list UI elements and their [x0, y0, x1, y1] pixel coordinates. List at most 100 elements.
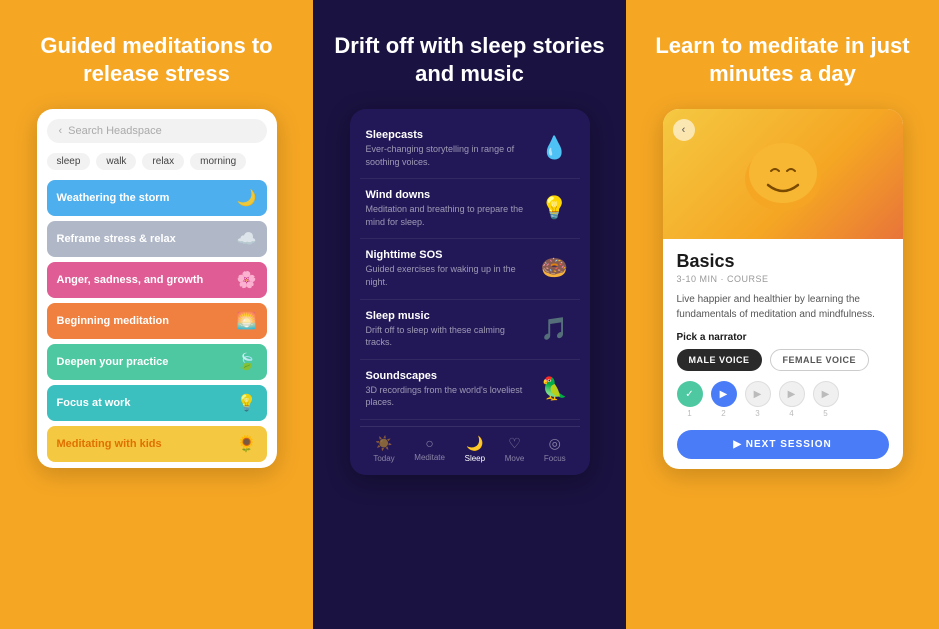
sleep-list-item[interactable]: Wind downs Meditation and breathing to p…	[360, 179, 580, 239]
sleep-list-item[interactable]: Sleepcasts Ever-changing storytelling in…	[360, 119, 580, 179]
narrator-label: Pick a narrator	[677, 332, 889, 343]
nav-label-sleep: Sleep	[465, 454, 485, 463]
sleep-list-item[interactable]: Sleep music Drift off to sleep with thes…	[360, 300, 580, 360]
dot-circle-5: ▶	[813, 381, 839, 407]
mid-heading: Drift off with sleep stories and music	[333, 32, 606, 87]
sleep-illus-0: 💧	[536, 129, 574, 167]
session-dot-5[interactable]: ▶ 5	[813, 381, 839, 418]
med-icon-0: 🌙	[237, 188, 257, 208]
session-dot-1[interactable]: ✓ 1	[677, 381, 703, 418]
session-dot-4[interactable]: ▶ 4	[779, 381, 805, 418]
dot-num-3: 3	[755, 409, 759, 418]
course-title: Basics	[677, 251, 889, 272]
med-label: Anger, sadness, and growth	[57, 274, 204, 286]
med-icon-1: ☁️	[237, 229, 257, 249]
tag-morning[interactable]: morning	[190, 153, 246, 170]
left-heading: Guided meditations to release stress	[20, 32, 293, 87]
today-icon: ☀️	[375, 435, 392, 452]
dot-num-1: 1	[687, 409, 691, 418]
right-panel: Learn to meditate in just minutes a day …	[626, 0, 939, 629]
nav-item-move[interactable]: ♡ Move	[505, 435, 525, 463]
sleep-item-title: Sleepcasts	[366, 129, 530, 141]
right-phone-card: ‹ Basics 3-10 MIN · COURSE Live happier …	[663, 109, 903, 469]
med-label: Meditating with kids	[57, 438, 162, 450]
med-icon-6: 🌻	[237, 434, 257, 454]
sleep-item-desc: Drift off to sleep with these calming tr…	[366, 324, 530, 349]
sleep-icon: 🌙	[466, 435, 483, 452]
nav-item-sleep[interactable]: 🌙 Sleep	[465, 435, 485, 463]
nav-item-focus[interactable]: ◎ Focus	[544, 435, 566, 463]
list-item[interactable]: Deepen your practice 🍃	[47, 344, 267, 380]
list-item[interactable]: Meditating with kids 🌻	[47, 426, 267, 462]
left-phone-card: ‹ Search Headspace sleep walk relax morn…	[37, 109, 277, 468]
med-label: Beginning meditation	[57, 315, 169, 327]
next-session-button[interactable]: ▶ NEXT SESSION	[677, 430, 889, 459]
tag-relax[interactable]: relax	[142, 153, 184, 170]
hero-banner: ‹	[663, 109, 903, 239]
med-icon-3: 🌅	[237, 311, 257, 331]
bottom-nav: ☀️ Today ○ Meditate 🌙 Sleep ♡ Move ◎ Foc…	[360, 426, 580, 465]
med-label: Focus at work	[57, 397, 131, 409]
list-item[interactable]: Focus at work 💡	[47, 385, 267, 421]
dot-circle-1: ✓	[677, 381, 703, 407]
dot-circle-2: ▶	[711, 381, 737, 407]
sleep-item-title: Sleep music	[366, 310, 530, 322]
mid-panel: Drift off with sleep stories and music S…	[313, 0, 626, 629]
nav-item-today[interactable]: ☀️ Today	[373, 435, 394, 463]
list-item[interactable]: Reframe stress & relax ☁️	[47, 221, 267, 257]
sleep-list-item[interactable]: Nighttime SOS Guided exercises for wakin…	[360, 239, 580, 299]
sleep-item-desc: 3D recordings from the world's loveliest…	[366, 384, 530, 409]
list-item[interactable]: Anger, sadness, and growth 🌸	[47, 262, 267, 298]
dot-num-4: 4	[789, 409, 793, 418]
dot-num-2: 2	[721, 409, 725, 418]
meditation-list: Weathering the storm 🌙 Reframe stress & …	[47, 180, 267, 462]
med-label: Weathering the storm	[57, 192, 170, 204]
session-dots: ✓ 1 ▶ 2 ▶ 3 ▶ 4 ▶ 5	[677, 381, 889, 418]
session-dot-2[interactable]: ▶ 2	[711, 381, 737, 418]
focus-icon: ◎	[549, 435, 561, 452]
dot-circle-3: ▶	[745, 381, 771, 407]
sleep-item-title: Soundscapes	[366, 370, 530, 382]
female-voice-button[interactable]: FEMALE VOICE	[770, 349, 870, 371]
nav-label-meditate: Meditate	[414, 453, 445, 462]
list-item[interactable]: Weathering the storm 🌙	[47, 180, 267, 216]
search-placeholder: Search Headspace	[68, 125, 162, 137]
sleep-illus-1: 💡	[536, 189, 574, 227]
sleep-list-item[interactable]: Soundscapes 3D recordings from the world…	[360, 360, 580, 420]
course-meta: 3-10 MIN · COURSE	[677, 274, 889, 284]
med-icon-5: 💡	[237, 393, 257, 413]
med-icon-2: 🌸	[237, 270, 257, 290]
tag-walk[interactable]: walk	[96, 153, 136, 170]
list-item[interactable]: Beginning meditation 🌅	[47, 303, 267, 339]
nav-label-focus: Focus	[544, 454, 566, 463]
sleep-item-title: Nighttime SOS	[366, 249, 530, 261]
course-desc: Live happier and healthier by learning t…	[677, 292, 889, 322]
nav-label-today: Today	[373, 454, 394, 463]
nav-item-meditate[interactable]: ○ Meditate	[414, 435, 445, 462]
right-heading: Learn to meditate in just minutes a day	[646, 32, 919, 87]
med-icon-4: 🍃	[237, 352, 257, 372]
nav-label-move: Move	[505, 454, 525, 463]
back-button[interactable]: ‹	[673, 119, 695, 141]
sleep-item-desc: Ever-changing storytelling in range of s…	[366, 143, 530, 168]
sleep-illus-3: 🎵	[536, 310, 574, 348]
back-chevron-icon: ‹	[59, 125, 63, 137]
search-bar[interactable]: ‹ Search Headspace	[47, 119, 267, 143]
left-panel: Guided meditations to release stress ‹ S…	[0, 0, 313, 629]
sleep-item-desc: Guided exercises for waking up in the ni…	[366, 263, 530, 288]
male-voice-button[interactable]: MALE VOICE	[677, 349, 762, 371]
move-icon: ♡	[508, 435, 521, 452]
dot-num-5: 5	[823, 409, 827, 418]
mid-phone-card: Sleepcasts Ever-changing storytelling in…	[350, 109, 590, 475]
tag-sleep[interactable]: sleep	[47, 153, 91, 170]
sleep-item-desc: Meditation and breathing to prepare the …	[366, 203, 530, 228]
med-label: Reframe stress & relax	[57, 233, 176, 245]
sleep-illus-2: 🍩	[536, 249, 574, 287]
sleep-item-title: Wind downs	[366, 189, 530, 201]
meditate-icon: ○	[425, 435, 433, 451]
narrator-buttons: MALE VOICE FEMALE VOICE	[677, 349, 889, 371]
session-dot-3[interactable]: ▶ 3	[745, 381, 771, 418]
back-chevron-icon: ‹	[682, 124, 686, 136]
dot-circle-4: ▶	[779, 381, 805, 407]
med-label: Deepen your practice	[57, 356, 169, 368]
